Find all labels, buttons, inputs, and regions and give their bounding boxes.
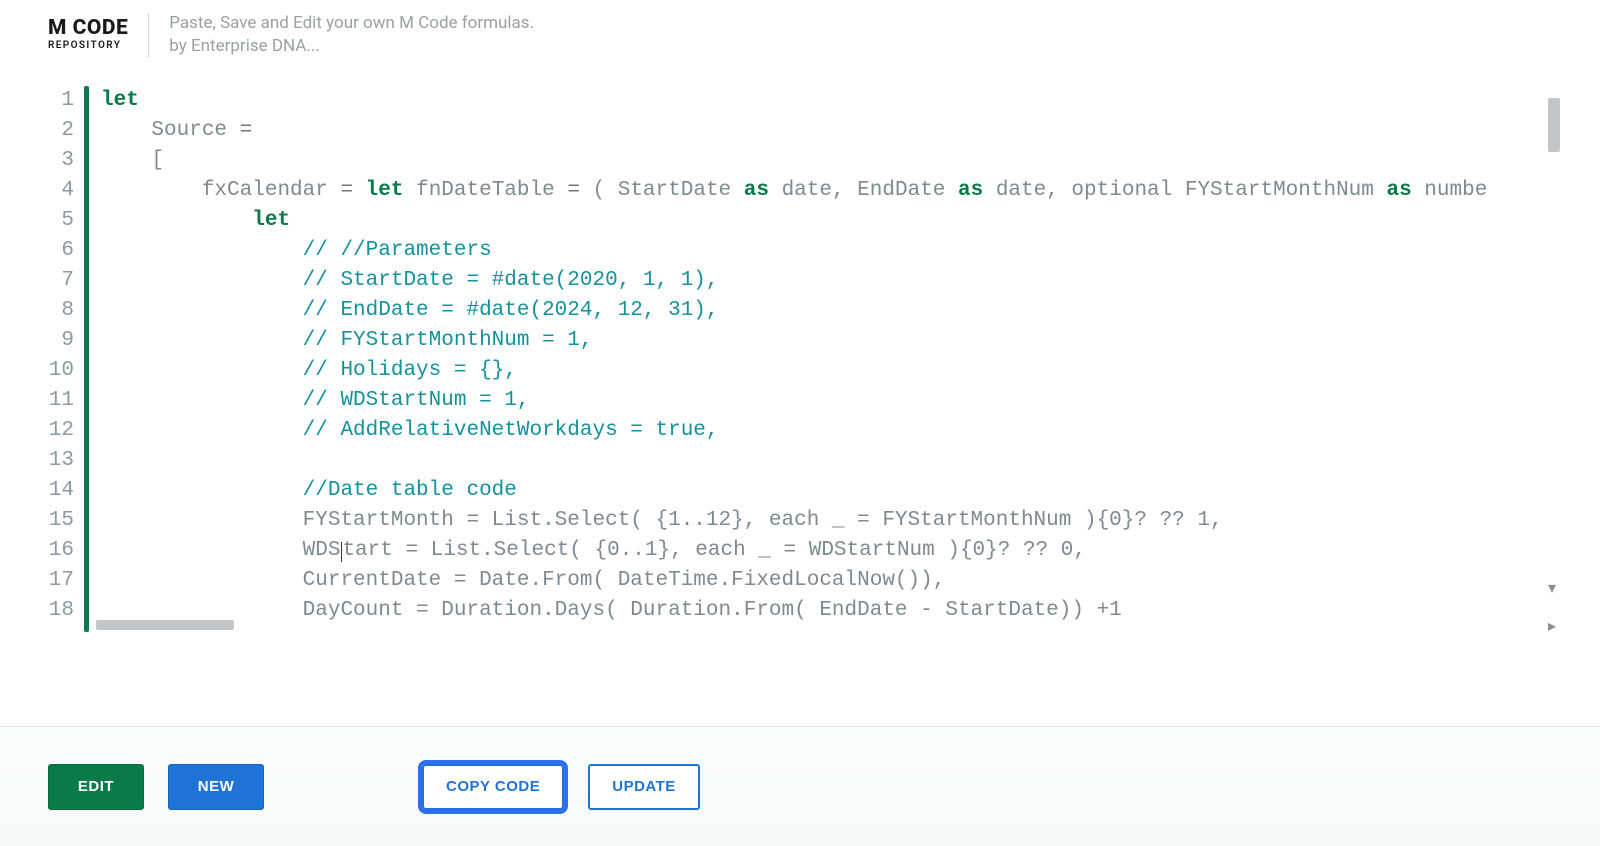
tagline-line-2: by Enterprise DNA... (169, 35, 534, 58)
code-line[interactable]: // AddRelativeNetWorkdays = true, (101, 416, 1560, 446)
code-line[interactable]: WDStart = List.Select( {0..1}, each _ = … (101, 536, 1560, 566)
tagline-line-1: Paste, Save and Edit your own M Code for… (169, 12, 534, 35)
line-number: 7 (40, 266, 74, 296)
line-number: 6 (40, 236, 74, 266)
line-number: 16 (40, 536, 74, 566)
line-number: 2 (40, 116, 74, 146)
app-logo: M CODE REPOSITORY (48, 18, 128, 51)
code-line[interactable]: fxCalendar = let fnDateTable = ( StartDa… (101, 176, 1560, 206)
code-line[interactable]: //Date table code (101, 476, 1560, 506)
edit-button[interactable]: EDIT (48, 764, 144, 810)
vertical-scrollbar[interactable]: ▾ (1544, 90, 1560, 596)
line-number-gutter: 123456789101112131415161718 (40, 84, 84, 634)
line-number: 18 (40, 596, 74, 626)
code-line[interactable]: FYStartMonth = List.Select( {1..12}, eac… (101, 506, 1560, 536)
chevron-down-icon[interactable]: ▾ (1544, 580, 1560, 596)
divider (148, 13, 149, 57)
line-number: 11 (40, 386, 74, 416)
app-header: M CODE REPOSITORY Paste, Save and Edit y… (0, 0, 1600, 68)
logo-subtitle: REPOSITORY (48, 41, 128, 51)
line-number: 4 (40, 176, 74, 206)
horizontal-scrollbar[interactable]: ▸ (96, 620, 1540, 634)
line-number: 1 (40, 86, 74, 116)
line-number: 14 (40, 476, 74, 506)
line-number: 15 (40, 506, 74, 536)
new-button[interactable]: NEW (168, 764, 264, 810)
line-number: 12 (40, 416, 74, 446)
vertical-scrollbar-thumb[interactable] (1548, 98, 1560, 152)
code-line[interactable] (101, 446, 1560, 476)
line-number: 10 (40, 356, 74, 386)
action-toolbar: EDIT NEW COPY CODE UPDATE (0, 726, 1600, 846)
tagline: Paste, Save and Edit your own M Code for… (169, 12, 534, 58)
line-number: 17 (40, 566, 74, 596)
code-editor[interactable]: 123456789101112131415161718 let Source =… (40, 84, 1560, 634)
code-line[interactable]: // WDStartNum = 1, (101, 386, 1560, 416)
code-line[interactable]: CurrentDate = Date.From( DateTime.FixedL… (101, 566, 1560, 596)
code-line[interactable]: [ (101, 146, 1560, 176)
code-line[interactable]: let (101, 86, 1560, 116)
line-number: 9 (40, 326, 74, 356)
code-content[interactable]: let Source = [ fxCalendar = let fnDateTa… (89, 84, 1560, 634)
line-number: 8 (40, 296, 74, 326)
code-line[interactable]: Source = (101, 116, 1560, 146)
code-line[interactable]: // Holidays = {}, (101, 356, 1560, 386)
line-number: 3 (40, 146, 74, 176)
code-line[interactable]: // //Parameters (101, 236, 1560, 266)
line-number: 13 (40, 446, 74, 476)
code-line[interactable]: // StartDate = #date(2020, 1, 1), (101, 266, 1560, 296)
chevron-right-icon[interactable]: ▸ (1544, 618, 1560, 634)
code-line[interactable]: // EndDate = #date(2024, 12, 31), (101, 296, 1560, 326)
horizontal-scrollbar-thumb[interactable] (96, 620, 234, 630)
copy-code-button[interactable]: COPY CODE (422, 764, 564, 810)
code-line[interactable]: // FYStartMonthNum = 1, (101, 326, 1560, 356)
update-button[interactable]: UPDATE (588, 764, 700, 810)
logo-title: M CODE (48, 18, 128, 39)
line-number: 5 (40, 206, 74, 236)
code-line[interactable]: let (101, 206, 1560, 236)
